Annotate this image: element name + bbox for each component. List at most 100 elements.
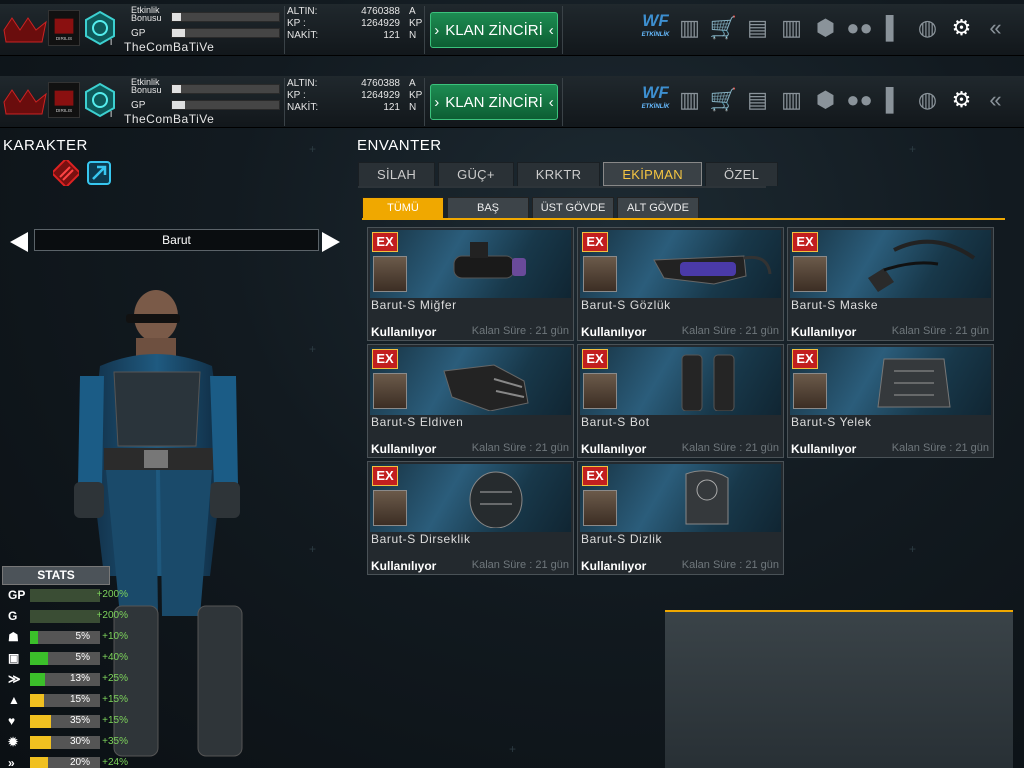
item-status: Kullanılıyor xyxy=(581,325,647,339)
category-tabs: SİLAH GÜÇ+ KRKTR EKİPMAN ÖZEL xyxy=(358,162,779,186)
tab-krktr[interactable]: KRKTR xyxy=(516,162,601,186)
ranking-icon[interactable]: ▥ xyxy=(674,84,705,116)
cart-icon[interactable]: 🛒 xyxy=(708,12,739,44)
stat-row: ♥ 35% +15% xyxy=(2,711,128,732)
head-icon: ☗ xyxy=(8,630,19,644)
stats-icon[interactable]: ▌ xyxy=(878,12,909,44)
rank-label: I xyxy=(110,110,113,119)
stat-percent: 30% xyxy=(69,736,90,747)
item-status: Kullanılıyor xyxy=(371,325,437,339)
stat-bonus: +15% xyxy=(102,715,128,726)
chest-icon[interactable]: ▤ xyxy=(742,12,773,44)
globe-icon[interactable]: ◍ xyxy=(912,12,943,44)
currency-label: KP : xyxy=(287,18,306,29)
subtab-bas[interactable]: BAŞ xyxy=(447,197,529,219)
item-card[interactable]: EX Barut-S Yelek Kullanılıyor Kalan Süre : … xyxy=(787,344,994,458)
box-icon[interactable]: ⬢ xyxy=(810,12,841,44)
character-blue-icon[interactable] xyxy=(85,159,113,187)
item-status: Kullanılıyor xyxy=(371,442,437,456)
barracks-icon[interactable]: ▥ xyxy=(776,12,807,44)
chevron-left-icon: ‹ xyxy=(548,93,554,111)
gp-bar xyxy=(171,28,280,38)
chest-armor-icon: ▣ xyxy=(8,651,20,665)
tab-ekipman[interactable]: EKİPMAN xyxy=(603,162,702,186)
chest-icon[interactable]: ▤ xyxy=(742,84,773,116)
grid-plus: + xyxy=(509,742,517,756)
game-logo xyxy=(3,89,47,115)
stat-bonus: +25% xyxy=(102,673,128,684)
character-portrait xyxy=(793,373,827,409)
item-card[interactable]: EX Barut-S Dizlik Kullanılıyor Kalan Süre :… xyxy=(577,461,784,575)
stats-panel: STATS GP +200% G +200% ☗ 5% +10% ▣ 5% +40% ≫ 13% +25… xyxy=(2,566,128,768)
currency-value: 4760388 xyxy=(361,6,400,17)
etkinlik-icon[interactable]: WF ETKİNLİK xyxy=(640,12,671,44)
username: TheComBaTiVe xyxy=(124,112,215,126)
prev-set-arrow[interactable] xyxy=(10,232,28,252)
chevron-right-icon: › xyxy=(434,93,440,111)
subtab-ust-govde[interactable]: ÜST GÖVDE xyxy=(532,197,614,219)
item-boots-icon xyxy=(681,354,735,411)
gear-icon[interactable]: ⚙ xyxy=(946,12,977,44)
gp-label: GP xyxy=(8,588,26,602)
gear-icon[interactable]: ⚙ xyxy=(946,84,977,116)
currency-unit: A xyxy=(409,6,416,17)
character-portrait xyxy=(373,373,407,409)
klan-zinciri-label: KLAN ZİNCİRİ xyxy=(445,93,543,111)
tab-guc[interactable]: GÜÇ+ xyxy=(438,162,514,186)
currency-label: KP : xyxy=(287,90,306,101)
grid-plus: + xyxy=(309,342,317,356)
currency-unit: KP xyxy=(409,18,423,29)
item-card[interactable]: EX Barut-S Dirseklik Kullanılıyor Kalan Sür… xyxy=(367,461,574,575)
divider xyxy=(424,6,425,54)
box-icon[interactable]: ⬢ xyxy=(810,84,841,116)
item-grid: EX Barut-S Miğfer Kullanılıyor Kalan Süre :… xyxy=(367,227,997,575)
item-name: Barut-S Eldiven xyxy=(371,415,464,429)
klan-zinciri-button[interactable]: › KLAN ZİNCİRİ ‹ xyxy=(430,12,558,48)
ex-badge: EX xyxy=(582,232,608,252)
cart-icon[interactable]: 🛒 xyxy=(708,84,739,116)
envanter-title: ENVANTER xyxy=(357,137,442,154)
item-card[interactable]: EX Barut-S Eldiven Kullanılıyor Kalan Süre … xyxy=(367,344,574,458)
friends-icon[interactable]: ●● xyxy=(844,84,875,116)
subtab-tumu[interactable]: TÜMÜ xyxy=(362,197,444,219)
item-knee-icon xyxy=(685,470,729,525)
ranking-icon[interactable]: ▥ xyxy=(674,12,705,44)
etkinlik-icon[interactable]: WF ETKİNLİK xyxy=(640,84,671,116)
stat-row: ≫ 13% +25% xyxy=(2,669,128,690)
globe-icon[interactable]: ◍ xyxy=(912,84,943,116)
item-name: Barut-S Miğfer xyxy=(371,298,457,312)
next-set-arrow[interactable] xyxy=(322,232,340,252)
item-card[interactable]: EX Barut-S Bot Kullanılıyor Kalan Süre : 21… xyxy=(577,344,784,458)
friends-icon[interactable]: ●● xyxy=(844,12,875,44)
stat-bonus: +15% xyxy=(102,694,128,705)
stat-row: » 20% +24% xyxy=(2,753,128,768)
item-card[interactable]: EX Barut-S Miğfer Kullanılıyor Kalan Süre :… xyxy=(367,227,574,341)
stats-icon[interactable]: ▌ xyxy=(878,84,909,116)
stat-bonus: +40% xyxy=(102,652,128,663)
back-icon[interactable]: « xyxy=(980,84,1011,116)
etkinlik-label: ETKİNLİK xyxy=(641,104,670,110)
stat-percent: 13% xyxy=(69,673,90,684)
tab-ozel[interactable]: ÖZEL xyxy=(704,162,779,186)
item-goggles-icon xyxy=(653,255,772,285)
item-card[interactable]: EX Barut-S Maske Kullanılıyor Kalan Süre : … xyxy=(787,227,994,341)
stat-row: ▲ 15% +15% xyxy=(2,690,128,711)
item-card[interactable]: EX Barut-S Gözlük Kullanılıyor Kalan Süre :… xyxy=(577,227,784,341)
subtab-alt-govde[interactable]: ALT GÖVDE xyxy=(617,197,699,219)
currency-label: NAKİT: xyxy=(287,102,319,113)
item-time-left: Kalan Süre : 21 gün xyxy=(471,442,569,454)
klan-zinciri-button[interactable]: › KLAN ZİNCİRİ ‹ xyxy=(430,84,558,120)
chevron-right-icon: › xyxy=(434,21,440,39)
etkinlik-label: ETKİNLİK xyxy=(641,32,670,38)
slot-filter-tabs: TÜMÜ BAŞ ÜST GÖVDE ALT GÖVDE xyxy=(362,197,699,219)
back-icon[interactable]: « xyxy=(980,12,1011,44)
bonus-bar xyxy=(171,84,280,94)
item-helmet-icon xyxy=(453,242,526,279)
heart-icon: ♥ xyxy=(8,714,16,728)
character-red-icon[interactable] xyxy=(53,160,79,186)
item-status: Kullanılıyor xyxy=(581,442,647,456)
tab-silah[interactable]: SİLAH xyxy=(358,162,436,186)
item-name: Barut-S Dirseklik xyxy=(371,532,471,546)
barracks-icon[interactable]: ▥ xyxy=(776,84,807,116)
stat-row: ☗ 5% +10% xyxy=(2,627,128,648)
